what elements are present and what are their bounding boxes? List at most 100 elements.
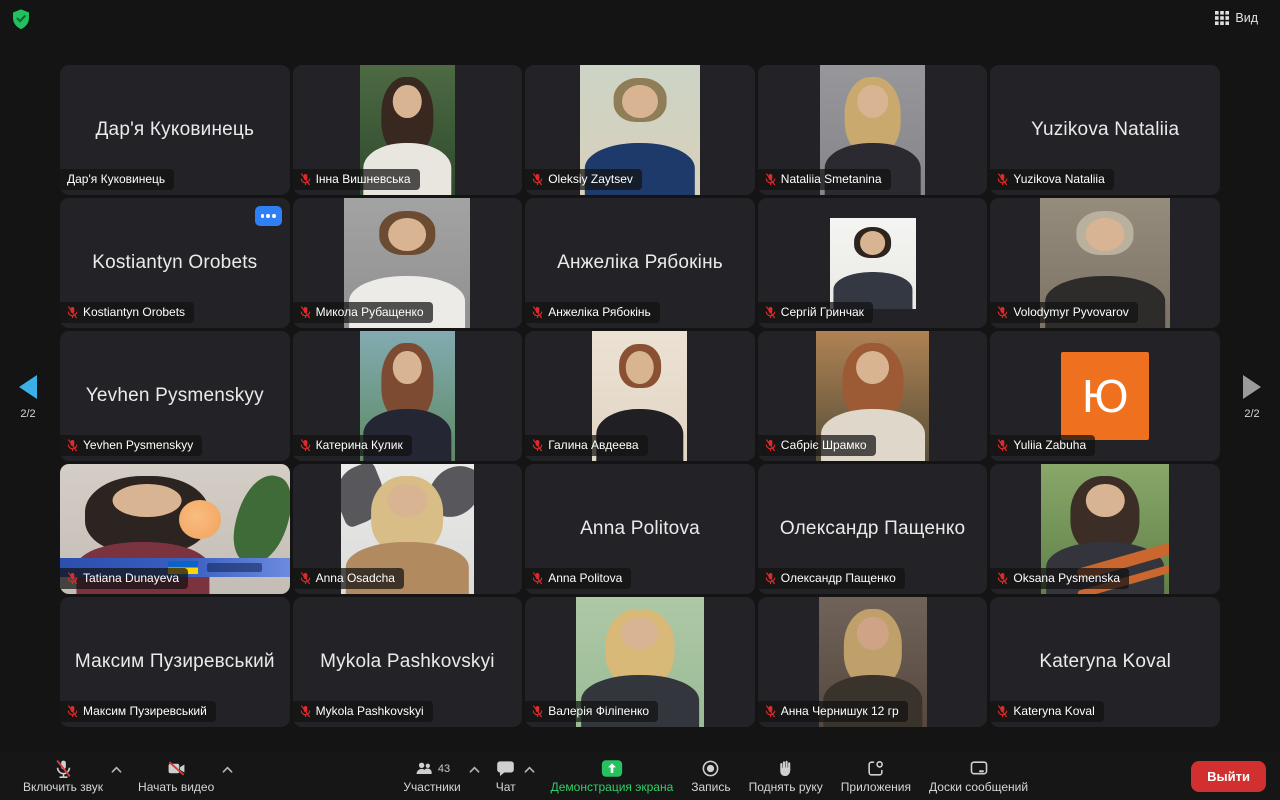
muted-mic-icon <box>765 705 776 718</box>
participant-label-text: Kostiantyn Orobets <box>83 305 185 319</box>
participant-label-text: Nataliia Smetanina <box>781 172 882 186</box>
participant-tile[interactable]: Анжеліка РябокіньАнжеліка Рябокінь <box>525 198 755 328</box>
share-screen-icon <box>600 759 624 778</box>
participant-tile[interactable]: Yuzikova NataliiaYuzikova Nataliia <box>990 65 1220 195</box>
audio-options-chevron[interactable] <box>107 761 126 776</box>
participant-tile[interactable]: Tatiana Dunayeva <box>60 464 290 594</box>
chat-options-chevron[interactable] <box>520 761 539 776</box>
participant-tile[interactable]: Yevhen PysmenskyyYevhen Pysmenskyy <box>60 331 290 461</box>
participant-tile[interactable]: Oksana Pysmenska <box>990 464 1220 594</box>
participant-name-label: Nataliia Smetanina <box>758 169 891 190</box>
toolbar-center-group: 43 Участники Чат <box>394 757 1037 795</box>
video-options-chevron[interactable] <box>218 761 237 776</box>
participant-name-label: Анжеліка Рябокінь <box>525 302 660 323</box>
next-page-button[interactable]: 2/2 <box>1224 372 1280 421</box>
participant-label-text: Дар'я Куковинець <box>67 172 165 186</box>
person-face <box>622 85 658 119</box>
meeting-toolbar: Включить звук Начать видео <box>0 752 1280 800</box>
zoom-meeting-window: Вид Дар'я КуковинецьДар'я КуковинецьІнна… <box>0 0 1280 800</box>
participant-name: Kostiantyn Orobets <box>84 252 265 274</box>
participant-label-text: Oksana Pysmenska <box>1013 571 1120 585</box>
right-arrow-icon <box>1240 373 1264 401</box>
participant-label-text: Kateryna Koval <box>1013 704 1094 718</box>
view-button[interactable]: Вид <box>1209 7 1264 29</box>
participant-tile[interactable]: Інна Вишневська <box>293 65 523 195</box>
participants-button[interactable]: 43 Участники <box>394 757 469 795</box>
toolbar-left-group: Включить звук Начать видео <box>14 757 240 795</box>
participant-tile[interactable]: Галина Авдеева <box>525 331 755 461</box>
muted-mic-icon <box>765 306 776 319</box>
participant-name-label: Інна Вишневська <box>293 169 420 190</box>
person-face <box>1086 218 1125 252</box>
muted-mic-icon <box>300 705 311 718</box>
participant-label-text: Volodymyr Pyvovarov <box>1013 305 1128 319</box>
leave-meeting-button[interactable]: Выйти <box>1191 761 1266 792</box>
raise-hand-icon <box>776 759 795 778</box>
participant-name: Yuzikova Nataliia <box>1023 119 1187 141</box>
participant-tile[interactable]: Kostiantyn Orobets Kostiantyn Orobets <box>60 198 290 328</box>
participant-tile[interactable]: Дар'я КуковинецьДар'я Куковинець <box>60 65 290 195</box>
participant-name-label: Максим Пузиревський <box>60 701 216 722</box>
raise-hand-label: Поднять руку <box>749 781 823 793</box>
participant-tile[interactable]: Kateryna KovalKateryna Koval <box>990 597 1220 727</box>
muted-mic-icon <box>532 306 543 319</box>
whiteboards-button[interactable]: Доски сообщений <box>920 757 1037 795</box>
participant-tile[interactable]: Максим ПузиревськийМаксим Пузиревський <box>60 597 290 727</box>
participant-tile[interactable]: Анна Чернишук 12 гр <box>758 597 988 727</box>
person-face <box>626 351 655 385</box>
participant-label-text: Олександр Пащенко <box>781 571 896 585</box>
participant-tile[interactable]: Mykola Pashkovskyi Mykola Pashkovskyi <box>293 597 523 727</box>
participant-name-label: Tatiana Dunayeva <box>60 568 188 589</box>
participant-more-button[interactable] <box>255 206 282 226</box>
share-screen-button[interactable]: Демонстрация экрана <box>542 757 683 795</box>
participant-name: Mykola Pashkovskyi <box>312 651 503 673</box>
participant-tile[interactable]: Микола Рубащенко <box>293 198 523 328</box>
participant-label-text: Mykola Pashkovskyi <box>316 704 424 718</box>
start-video-button[interactable]: Начать видео <box>129 757 223 795</box>
participant-name-label: Anna Politova <box>525 568 631 589</box>
participants-options-chevron[interactable] <box>465 761 484 776</box>
participant-tile[interactable]: Anna Osadcha <box>293 464 523 594</box>
participant-label-text: Tatiana Dunayeva <box>83 571 179 585</box>
participant-label-text: Микола Рубащенко <box>316 305 424 319</box>
participant-tile[interactable]: Сабріє Шрамко <box>758 331 988 461</box>
participant-tile[interactable]: Nataliia Smetanina <box>758 65 988 195</box>
record-button[interactable]: Запись <box>682 757 739 795</box>
person-face <box>856 617 888 651</box>
person-face <box>393 351 422 385</box>
unmute-button[interactable]: Включить звук <box>14 757 112 795</box>
participant-name-label: Сергій Гринчак <box>758 302 873 323</box>
muted-mic-icon <box>765 173 776 186</box>
participant-tile[interactable]: Oleksiy Zaytsev <box>525 65 755 195</box>
security-shield-icon[interactable] <box>10 8 32 30</box>
shield-icon <box>10 8 32 30</box>
apps-label: Приложения <box>841 781 911 793</box>
apps-button[interactable]: Приложения <box>832 757 920 795</box>
participant-label-text: Катерина Кулик <box>316 438 403 452</box>
participant-label-text: Анна Чернишук 12 гр <box>781 704 899 718</box>
participant-tile[interactable]: Volodymyr Pyvovarov <box>990 198 1220 328</box>
participant-name-label: Yevhen Pysmenskyy <box>60 435 202 456</box>
muted-mic-icon <box>67 572 78 585</box>
participant-label-text: Сергій Гринчак <box>781 305 864 319</box>
participant-tile[interactable]: Anna PolitovaAnna Politova <box>525 464 755 594</box>
participant-label-text: Сабріє Шрамко <box>781 438 867 452</box>
participant-tile[interactable]: Олександр ПащенкоОлександр Пащенко <box>758 464 988 594</box>
participant-tile[interactable]: Валерія Філіпенко <box>525 597 755 727</box>
participant-tile[interactable]: Сергій Гринчак <box>758 198 988 328</box>
participant-tile[interactable]: Катерина Кулик <box>293 331 523 461</box>
muted-mic-icon <box>532 705 543 718</box>
participant-tile[interactable]: ЮYuliia Zabuha <box>990 331 1220 461</box>
muted-mic-icon <box>67 439 78 452</box>
muted-mic-icon <box>300 439 311 452</box>
prev-page-button[interactable]: 2/2 <box>0 372 56 421</box>
raise-hand-button[interactable]: Поднять руку <box>740 757 832 795</box>
participant-label-text: Anna Osadcha <box>316 571 395 585</box>
muted-mic-icon <box>532 439 543 452</box>
participant-label-text: Максим Пузиревський <box>83 704 207 718</box>
banner-text-block <box>207 563 262 572</box>
start-video-label: Начать видео <box>138 781 214 793</box>
page-indicator: 2/2 <box>1244 408 1259 420</box>
unmute-label: Включить звук <box>23 781 103 793</box>
participant-label-text: Галина Авдеева <box>548 438 638 452</box>
